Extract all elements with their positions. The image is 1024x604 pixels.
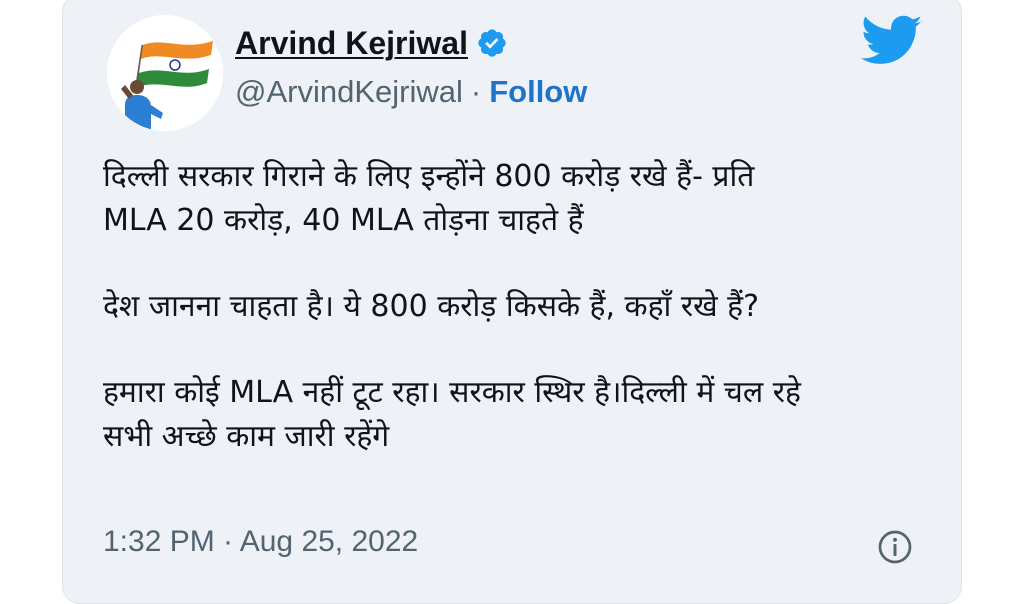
tweet-paragraph-1: दिल्ली सरकार गिराने के लिए इन्होंने 800 … xyxy=(103,155,953,243)
avatar-image xyxy=(107,15,223,131)
tweet-line: सभी अच्छे काम जारी रहेंगे xyxy=(103,419,390,454)
author-name-row: Arvind Kejriwal xyxy=(235,23,508,63)
tweet-paragraph-3: हमारा कोई MLA नहीं टूट रहा। सरकार स्थिर … xyxy=(103,371,953,459)
info-icon[interactable] xyxy=(877,529,913,565)
tweet-paragraph-2: देश जानना चाहता है। ये 800 करोड़ किसके ह… xyxy=(103,285,953,329)
tweet-text: दिल्ली सरकार गिराने के लिए इन्होंने 800 … xyxy=(103,155,953,501)
handle-separator: · xyxy=(470,74,482,109)
tweet-card: Arvind Kejriwal @ArvindKejriwal · Follow… xyxy=(62,0,962,604)
author-handle-row: @ArvindKejriwal · Follow xyxy=(235,73,587,111)
tweet-line: हमारा कोई MLA नहीं टूट रहा। सरकार स्थिर … xyxy=(103,375,801,410)
verified-badge-icon xyxy=(478,29,506,57)
profile-avatar[interactable] xyxy=(107,15,223,131)
tweet-line: MLA 20 करोड़, 40 MLA तोड़ना चाहते हैं xyxy=(103,203,584,238)
tweet-line: देश जानना चाहता है। ये 800 करोड़ किसके ह… xyxy=(103,289,760,324)
author-display-name[interactable]: Arvind Kejriwal xyxy=(235,25,468,62)
tweet-line: दिल्ली सरकार गिराने के लिए इन्होंने 800 … xyxy=(103,159,755,194)
tweet-timestamp[interactable]: 1:32 PM · Aug 25, 2022 xyxy=(103,525,418,559)
author-handle[interactable]: @ArvindKejriwal xyxy=(235,74,463,110)
follow-button[interactable]: Follow xyxy=(489,74,587,110)
twitter-bird-icon[interactable] xyxy=(861,15,923,67)
